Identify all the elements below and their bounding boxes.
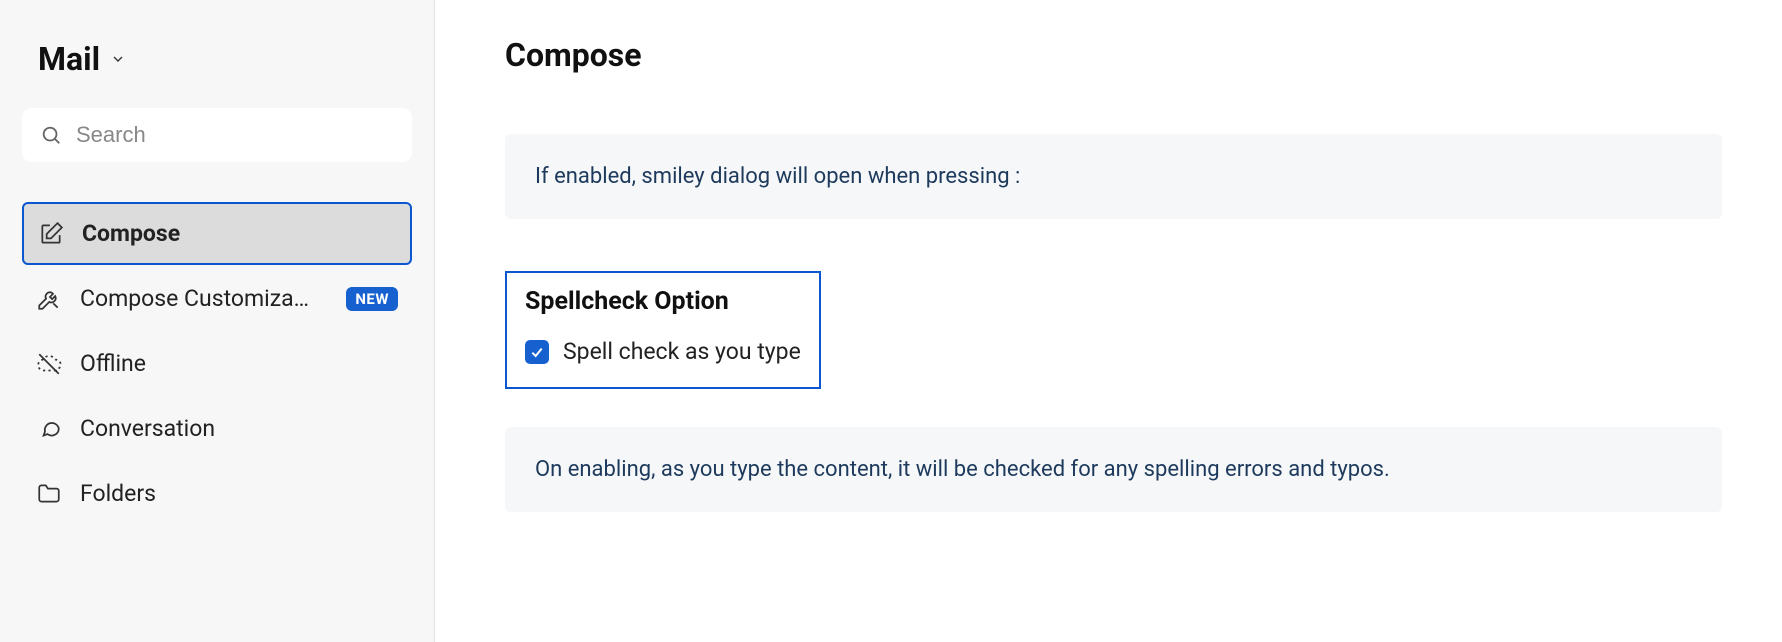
chevron-down-icon <box>110 51 126 67</box>
sidebar-item-compose[interactable]: Compose <box>22 202 412 265</box>
check-icon <box>529 344 545 360</box>
search-input[interactable] <box>76 122 394 148</box>
mail-dropdown[interactable]: Mail <box>22 40 412 78</box>
sidebar-item-offline[interactable]: Offline <box>22 332 412 395</box>
sidebar-item-conversation[interactable]: Conversation <box>22 397 412 460</box>
spellcheck-option-group: Spellcheck Option Spell check as you typ… <box>505 271 821 389</box>
spellcheck-checkbox-label: Spell check as you type <box>563 338 801 365</box>
sidebar-item-compose-customization[interactable]: Compose Customiza… NEW <box>22 267 412 330</box>
spellcheck-heading: Spellcheck Option <box>525 287 801 316</box>
spellcheck-checkbox-row: Spell check as you type <box>525 338 801 365</box>
sidebar-item-label: Conversation <box>80 415 398 442</box>
search-box[interactable] <box>22 108 412 162</box>
conversation-icon <box>36 416 62 442</box>
new-badge: NEW <box>346 287 398 311</box>
spellcheck-info-box: On enabling, as you type the content, it… <box>505 427 1722 512</box>
sidebar-title: Mail <box>38 40 100 78</box>
page-title: Compose <box>505 36 1722 74</box>
folder-icon <box>36 481 62 507</box>
sidebar-item-label: Offline <box>80 350 398 377</box>
sidebar-item-folders[interactable]: Folders <box>22 462 412 525</box>
tools-icon <box>36 286 62 312</box>
sidebar: Mail Compose Compose Customiza… NEW Offl… <box>0 0 435 642</box>
sidebar-nav: Compose Compose Customiza… NEW Offline C… <box>22 202 412 525</box>
sidebar-item-label: Compose <box>82 220 396 247</box>
compose-icon <box>38 221 64 247</box>
main-content: Compose If enabled, smiley dialog will o… <box>435 0 1782 642</box>
sidebar-item-label: Compose Customiza… <box>80 285 328 312</box>
spellcheck-checkbox[interactable] <box>525 340 549 364</box>
cloud-off-icon <box>36 351 62 377</box>
smiley-info-box: If enabled, smiley dialog will open when… <box>505 134 1722 219</box>
search-icon <box>40 124 62 146</box>
sidebar-item-label: Folders <box>80 480 398 507</box>
